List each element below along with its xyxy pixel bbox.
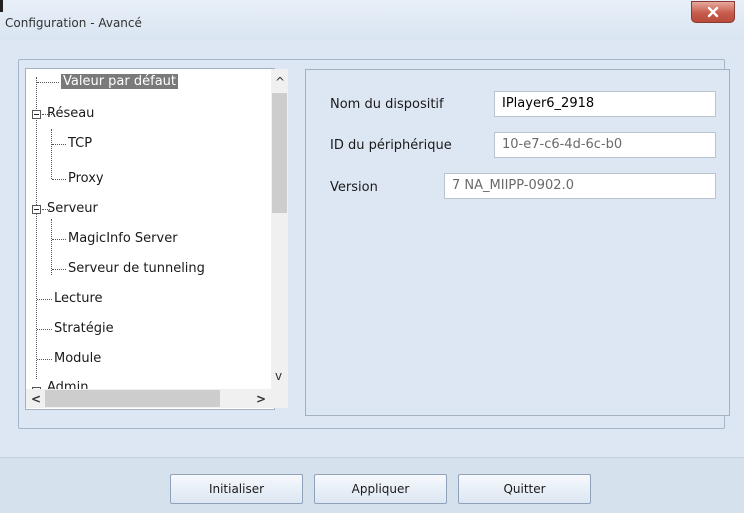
device-name-input[interactable]: IPlayer6_2918 — [494, 91, 716, 117]
settings-panel: Nom du dispositif IPlayer6_2918 ID du pé… — [305, 69, 730, 416]
tree-item-valeur-par-defaut[interactable]: Valeur par défaut — [61, 71, 179, 93]
tree-connector — [37, 329, 52, 330]
device-id-field: 10-e7-c6-4d-6c-b0 — [494, 132, 716, 158]
tree-vertical-scroll-thumb[interactable] — [272, 93, 287, 213]
version-label: Version — [330, 180, 378, 195]
tree-item-label: Serveur — [47, 201, 98, 216]
tree-item-serveur-de-tunneling[interactable]: Serveur de tunneling — [68, 258, 205, 280]
close-icon — [707, 6, 719, 18]
quit-button[interactable]: Quitter — [458, 474, 591, 504]
tree-connector — [37, 359, 52, 360]
tree-connector — [52, 239, 66, 240]
tree-item-lecture[interactable]: Lecture — [54, 288, 103, 310]
tree-connector — [51, 219, 52, 275]
tree-item-module[interactable]: Module — [54, 348, 101, 370]
tree-item-serveur[interactable]: Serveur — [47, 198, 98, 220]
dialog-window: Configuration - Avancé Valeur par défaut — [0, 0, 744, 513]
tree-item-strategie[interactable]: Stratégie — [54, 318, 114, 340]
tree-connector — [36, 77, 37, 379]
tree-item-magicinfo-server[interactable]: MagicInfo Server — [68, 228, 178, 250]
collapse-toggle-reseau[interactable] — [32, 110, 41, 119]
settings-tree[interactable]: Valeur par défaut Réseau TCP Proxy Serve… — [25, 68, 275, 410]
apply-button[interactable]: Appliquer — [314, 474, 447, 504]
tree-connector — [37, 299, 52, 300]
tree-item-label: Réseau — [47, 106, 95, 121]
tree-item-label: Lecture — [54, 291, 103, 306]
scroll-right-arrow-icon[interactable]: > — [256, 393, 266, 405]
tree-connector — [52, 144, 66, 145]
device-name-label: Nom du dispositif — [330, 97, 444, 112]
tree-item-label: MagicInfo Server — [68, 231, 178, 246]
tree-connector — [52, 179, 66, 180]
title-bar: Configuration - Avancé — [0, 0, 744, 40]
tree-item-label: TCP — [68, 136, 93, 151]
initialize-button[interactable]: Initialiser — [170, 474, 303, 504]
tree-item-label: Module — [54, 351, 102, 366]
tree-horizontal-scroll-thumb[interactable] — [45, 390, 220, 407]
tree-item-reseau[interactable]: Réseau — [47, 103, 94, 125]
tree-item-proxy[interactable]: Proxy — [68, 168, 104, 190]
tree-item-label: Serveur de tunneling — [68, 261, 205, 276]
scroll-up-arrow-icon[interactable]: ^ — [275, 76, 285, 88]
scroll-down-arrow-icon[interactable]: v — [275, 370, 282, 382]
tree-item-label: Stratégie — [54, 321, 114, 336]
tree-connector — [37, 82, 59, 83]
tree-item-tcp[interactable]: TCP — [68, 133, 92, 155]
tree-item-label: Valeur par défaut — [61, 74, 179, 89]
tree-item-label: Proxy — [68, 171, 104, 186]
tree-connector — [52, 269, 66, 270]
tree-connector — [51, 129, 52, 179]
close-button[interactable] — [691, 1, 735, 23]
device-id-label: ID du périphérique — [330, 138, 452, 153]
collapse-toggle-serveur[interactable] — [32, 205, 41, 214]
scroll-left-arrow-icon[interactable]: < — [31, 393, 41, 405]
window-title: Configuration - Avancé — [5, 16, 142, 30]
version-field: 7 NA_MIIPP-0902.0 — [444, 173, 716, 199]
